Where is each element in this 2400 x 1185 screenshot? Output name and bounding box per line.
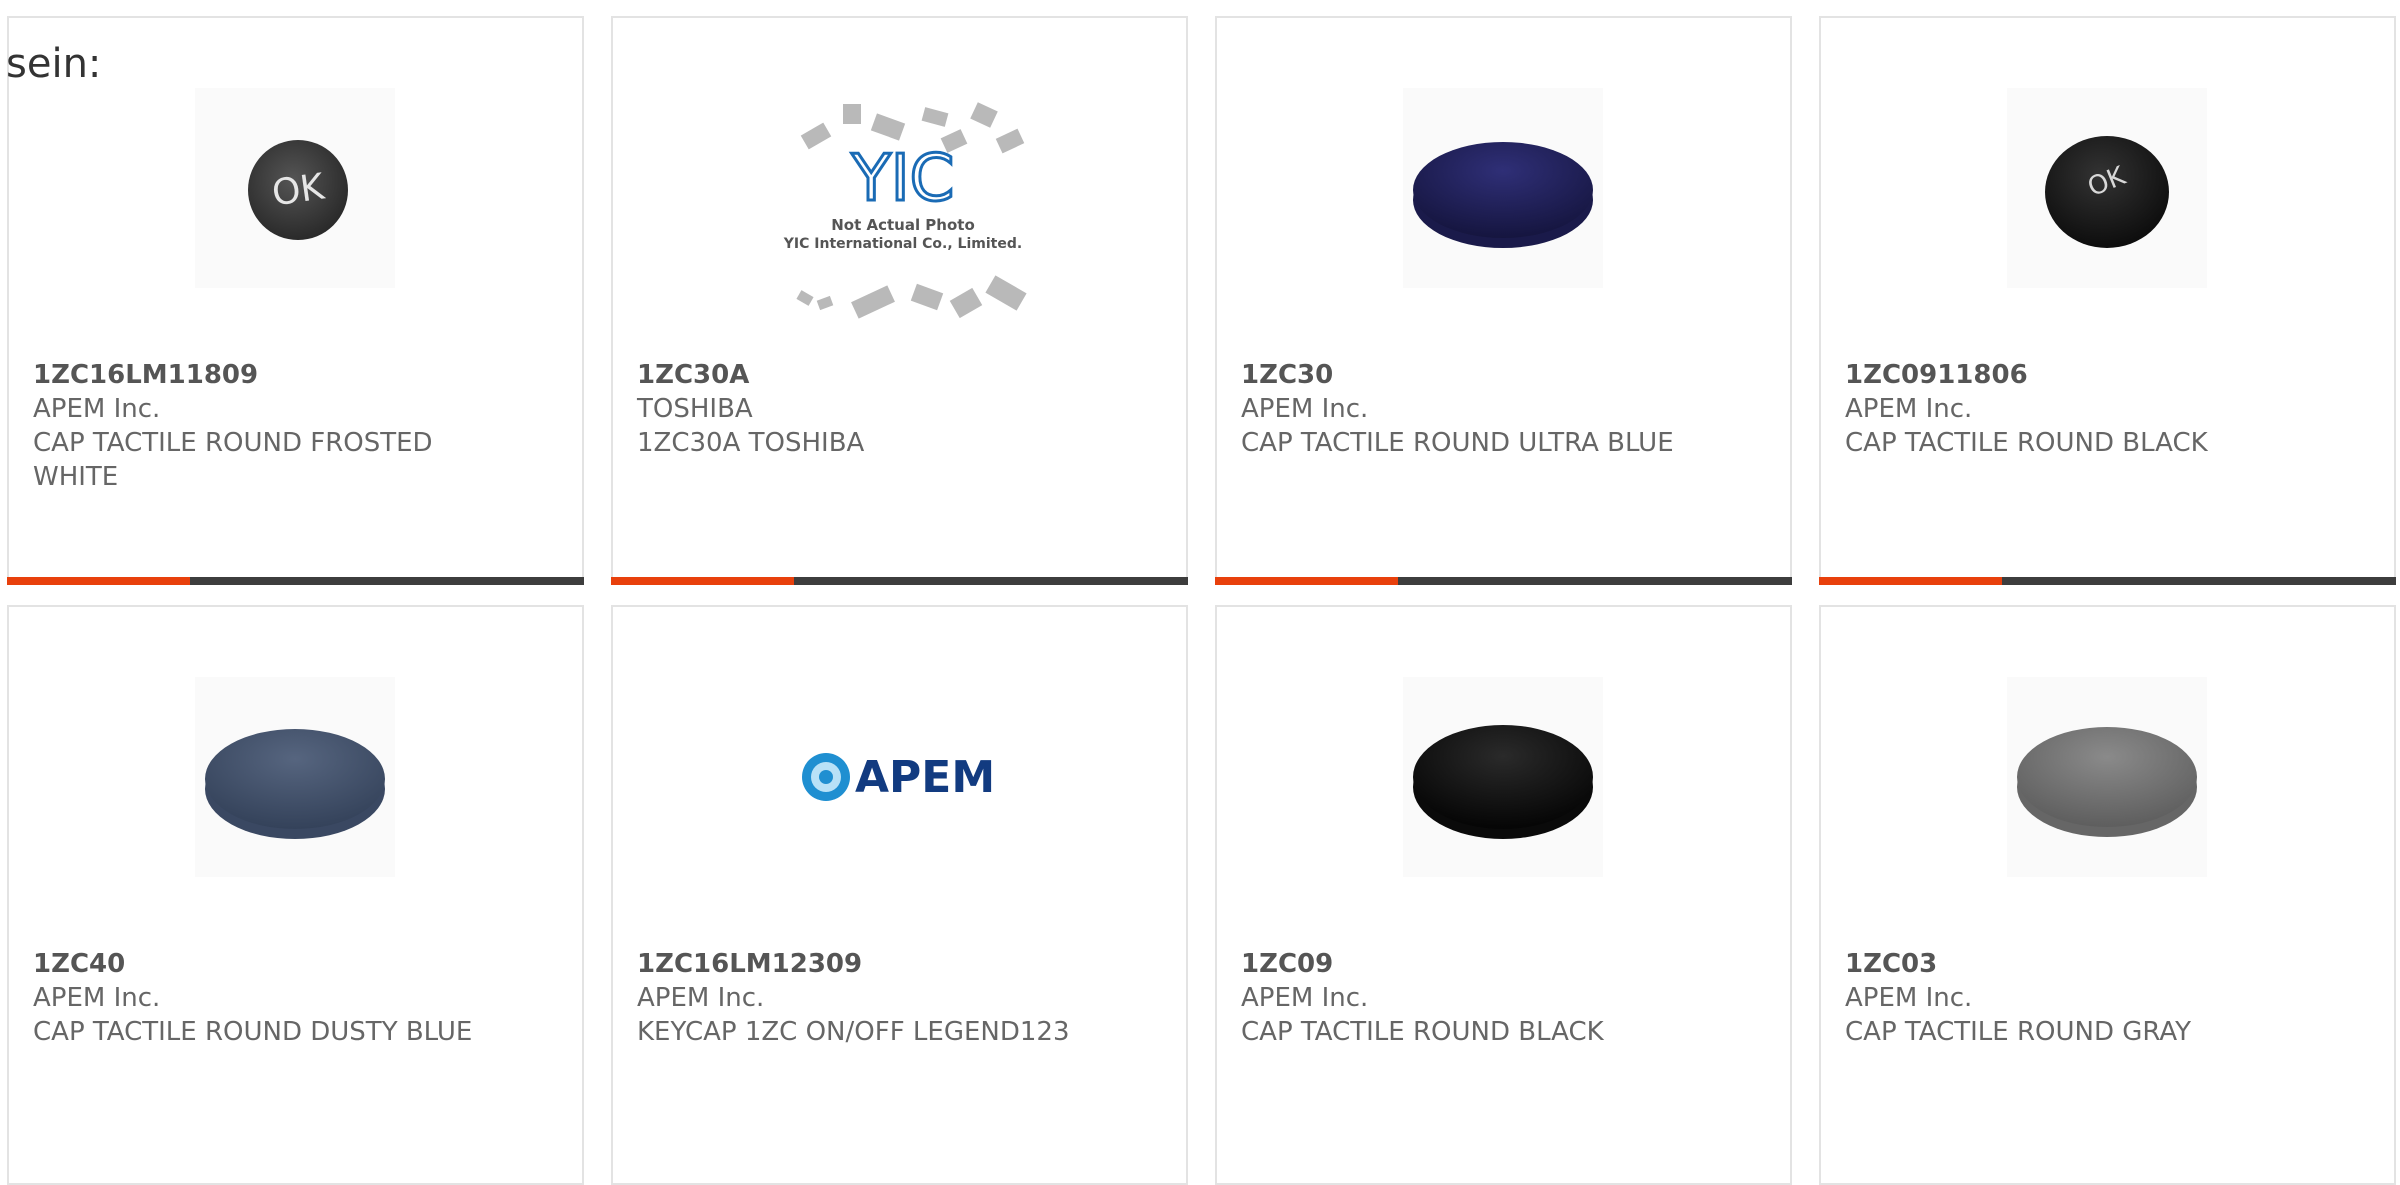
part-number[interactable]: 1ZC30 [1241, 358, 1681, 392]
description: CAP TACTILE ROUND BLACK [1241, 1017, 1604, 1047]
manufacturer: APEM Inc. [1845, 983, 1973, 1013]
product-card[interactable]: 1ZC30 APEM Inc. CAP TACTILE ROUND ULTRA … [1215, 16, 1792, 585]
product-info: 1ZC16LM12309 APEM Inc. KEYCAP 1ZC ON/OFF… [637, 947, 1077, 1049]
part-number[interactable]: 1ZC16LM12309 [637, 947, 1077, 981]
part-number[interactable]: 1ZC0911806 [1845, 358, 2285, 392]
product-info: 1ZC09 APEM Inc. CAP TACTILE ROUND BLACK [1241, 947, 1681, 1049]
product-info: 1ZC03 APEM Inc. CAP TACTILE ROUND GRAY [1845, 947, 2285, 1049]
product-image[interactable] [1403, 88, 1603, 288]
part-number[interactable]: 1ZC40 [33, 947, 473, 981]
svg-text:OK: OK [269, 166, 328, 214]
not-actual-photo-icon: YIC Not Actual Photo YIC International C… [783, 102, 1027, 319]
product-image[interactable]: OK [2007, 88, 2207, 288]
product-info: 1ZC0911806 APEM Inc. CAP TACTILE ROUND B… [1845, 358, 2285, 460]
card-progress-bar [611, 577, 1188, 585]
ok-button-cap-black-icon: OK [2045, 136, 2169, 248]
svg-text:APEM: APEM [855, 752, 995, 803]
product-card[interactable]: 1ZC40 APEM Inc. CAP TACTILE ROUND DUSTY … [7, 605, 584, 1185]
part-number[interactable]: 1ZC09 [1241, 947, 1681, 981]
description: CAP TACTILE ROUND FROSTED WHITE [33, 428, 433, 492]
manufacturer: APEM Inc. [33, 983, 161, 1013]
ok-button-cap-icon: OK [248, 140, 348, 240]
manufacturer: APEM Inc. [1241, 394, 1369, 424]
apem-logo-icon: APEM [802, 752, 995, 803]
product-image[interactable] [195, 677, 395, 877]
product-image[interactable]: APEM [783, 677, 1023, 877]
svg-text:YIC: YIC [851, 142, 955, 216]
svg-text:Not Actual Photo: Not Actual Photo [831, 216, 975, 234]
product-card[interactable]: YIC Not Actual Photo YIC International C… [611, 16, 1188, 585]
round-cap-dusty-blue-icon [205, 729, 385, 839]
product-card[interactable]: APEM 1ZC16LM12309 APEM Inc. KEYCAP 1ZC O… [611, 605, 1188, 1185]
product-image[interactable]: OK [195, 88, 395, 288]
manufacturer: APEM Inc. [33, 394, 161, 424]
part-number[interactable]: 1ZC03 [1845, 947, 2285, 981]
product-card[interactable]: 1ZC09 APEM Inc. CAP TACTILE ROUND BLACK [1215, 605, 1792, 1185]
product-image[interactable] [1403, 677, 1603, 877]
product-info: 1ZC40 APEM Inc. CAP TACTILE ROUND DUSTY … [33, 947, 473, 1049]
description: CAP TACTILE ROUND DUSTY BLUE [33, 1017, 473, 1047]
product-info: 1ZC30 APEM Inc. CAP TACTILE ROUND ULTRA … [1241, 358, 1681, 460]
manufacturer: APEM Inc. [1845, 394, 1973, 424]
product-info: 1ZC30A TOSHIBA 1ZC30A TOSHIBA [637, 358, 1077, 460]
part-number[interactable]: 1ZC16LM11809 [33, 358, 473, 392]
round-cap-gray-icon [2017, 727, 2197, 837]
description: CAP TACTILE ROUND ULTRA BLUE [1241, 428, 1674, 458]
description: 1ZC30A TOSHIBA [637, 428, 865, 458]
product-image[interactable] [2007, 677, 2207, 877]
description: CAP TACTILE ROUND BLACK [1845, 428, 2208, 458]
svg-text:YIC International Co., Limited: YIC International Co., Limited. [783, 236, 1022, 252]
product-card[interactable]: OK 1ZC16LM11809 APEM Inc. CAP TACTILE RO… [7, 16, 584, 585]
card-progress-bar [7, 577, 584, 585]
product-image[interactable]: YIC Not Actual Photo YIC International C… [763, 88, 1043, 338]
part-number[interactable]: 1ZC30A [637, 358, 1077, 392]
description: CAP TACTILE ROUND GRAY [1845, 1017, 2192, 1047]
card-progress-bar [1215, 577, 1792, 585]
round-cap-black-icon [1413, 725, 1593, 839]
intro-text: sein: [6, 41, 102, 87]
description: KEYCAP 1ZC ON/OFF LEGEND123 [637, 1017, 1070, 1047]
product-card[interactable]: 1ZC03 APEM Inc. CAP TACTILE ROUND GRAY [1819, 605, 2396, 1185]
manufacturer: APEM Inc. [1241, 983, 1369, 1013]
round-cap-navy-icon [1413, 142, 1593, 248]
product-card[interactable]: OK 1ZC0911806 APEM Inc. CAP TACTILE ROUN… [1819, 16, 2396, 585]
card-progress-bar [1819, 577, 2396, 585]
product-info: 1ZC16LM11809 APEM Inc. CAP TACTILE ROUND… [33, 358, 473, 494]
manufacturer: APEM Inc. [637, 983, 765, 1013]
manufacturer: TOSHIBA [637, 394, 753, 424]
